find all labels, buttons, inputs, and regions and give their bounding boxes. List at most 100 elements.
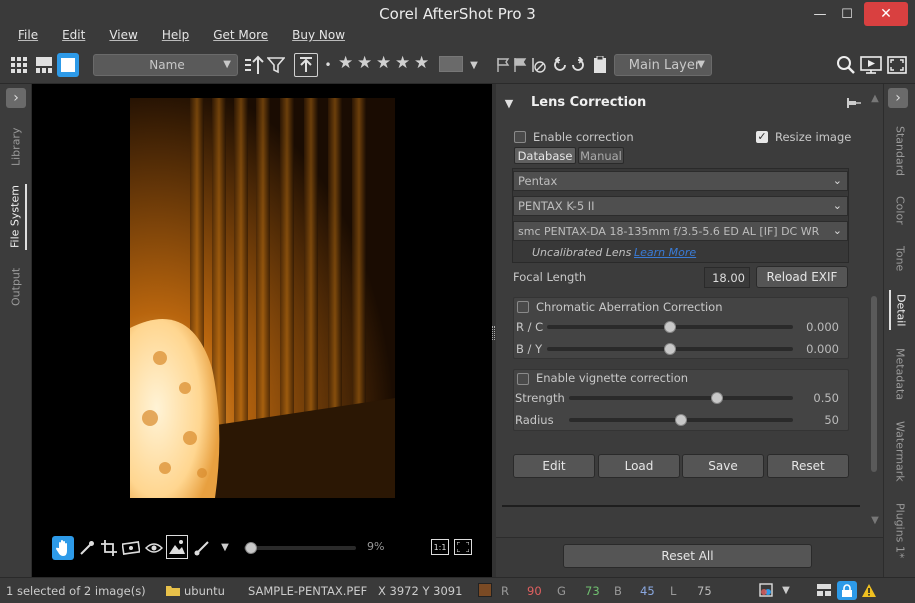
heal-clone-icon[interactable] [166, 535, 188, 559]
search-icon[interactable] [835, 54, 857, 76]
save-button[interactable]: Save [682, 454, 764, 478]
tab-manual[interactable]: Manual [578, 147, 624, 164]
sort-direction-icon[interactable] [242, 54, 266, 76]
tab-database[interactable]: Database [514, 147, 576, 164]
tab-library[interactable]: Library [5, 122, 27, 172]
minimize-button[interactable]: — [808, 0, 832, 28]
vignette-checkbox[interactable] [517, 373, 529, 385]
layer-select[interactable]: Main Layer ▼ [614, 54, 712, 76]
split-view-icon[interactable] [34, 54, 54, 76]
tab-plugins[interactable]: Plugins 1* [889, 498, 911, 564]
panel-scrollbar[interactable] [871, 296, 877, 472]
chromatic-aberration-checkbox[interactable] [517, 301, 529, 313]
rc-slider-handle[interactable] [664, 321, 676, 333]
edit-button[interactable]: Edit [513, 454, 595, 478]
chevron-down-icon[interactable]: ▼ [468, 54, 480, 76]
flag-pick-icon[interactable] [495, 54, 511, 76]
by-slider-handle[interactable] [664, 343, 676, 355]
fullscreen-icon[interactable] [886, 54, 908, 76]
strength-slider-track[interactable] [569, 396, 793, 400]
export-icon[interactable] [294, 53, 318, 77]
scroll-down-icon[interactable]: ▼ [869, 514, 881, 526]
menu-buy-now[interactable]: Buy Now [292, 28, 345, 46]
strength-value[interactable]: 0.50 [795, 391, 839, 409]
slideshow-icon[interactable] [859, 54, 883, 76]
color-label-swatch[interactable] [439, 56, 463, 72]
learn-more-link[interactable]: Learn More [634, 246, 696, 259]
zoom-slider-track[interactable] [244, 546, 356, 550]
zoom-one-to-one-button[interactable]: 1:1 [431, 539, 449, 555]
menu-file[interactable]: File [18, 28, 38, 46]
chevron-down-icon[interactable]: ▼ [780, 583, 792, 597]
reload-exif-button[interactable]: Reload EXIF [756, 266, 848, 288]
chevron-left-icon[interactable]: › [888, 88, 908, 108]
tab-detail[interactable]: Detail [889, 290, 911, 330]
rating-star-1[interactable]: ★ [338, 53, 353, 73]
strength-label: Strength [515, 391, 565, 405]
by-value[interactable]: 0.000 [795, 342, 839, 360]
collapse-triangle-icon[interactable]: ▼ [503, 96, 515, 110]
crop-icon[interactable] [99, 538, 119, 558]
filter-icon[interactable] [266, 54, 286, 76]
close-button[interactable]: ✕ [864, 2, 908, 26]
tab-file-system[interactable]: File System [5, 184, 27, 250]
flag-clear-icon[interactable] [530, 54, 546, 76]
status-bar: 1 selected of 2 image(s) ubuntu SAMPLE-P… [0, 577, 915, 603]
chevron-down-icon[interactable]: ▼ [218, 540, 232, 554]
scroll-up-icon[interactable]: ▲ [869, 92, 881, 104]
menu-view[interactable]: View [109, 28, 137, 46]
camera-model-select[interactable]: PENTAX K-5 II ⌄ [513, 196, 848, 216]
strength-slider-handle[interactable] [710, 392, 723, 404]
rating-star-4[interactable]: ★ [395, 53, 410, 73]
g-label: G [557, 584, 566, 598]
image-viewer[interactable]: ▼ 9% 1:1 [32, 84, 492, 577]
eyedropper-icon[interactable] [77, 538, 97, 558]
menu-edit[interactable]: Edit [62, 28, 85, 46]
enable-correction-checkbox[interactable] [514, 131, 526, 143]
camera-make-select[interactable]: Pentax ⌄ [513, 171, 848, 191]
hand-tool-icon[interactable] [52, 536, 74, 560]
focal-length-input[interactable]: 18.00 [704, 267, 750, 288]
reset-button[interactable]: Reset [767, 454, 849, 478]
tab-metadata[interactable]: Metadata [889, 344, 911, 404]
straighten-icon[interactable] [121, 538, 141, 558]
rotate-left-icon[interactable] [551, 54, 569, 76]
pin-icon[interactable] [846, 96, 862, 110]
load-button[interactable]: Load [598, 454, 680, 478]
color-profile-icon[interactable] [758, 582, 774, 598]
single-view-icon[interactable] [57, 53, 79, 77]
camera-model-value: PENTAX K-5 II [518, 199, 595, 213]
menu-get-more[interactable]: Get More [213, 28, 268, 46]
zoom-slider-handle[interactable] [245, 542, 257, 554]
resize-image-checkbox[interactable]: ✓ [756, 131, 768, 143]
tab-output[interactable]: Output [5, 264, 27, 310]
rating-star-3[interactable]: ★ [376, 53, 391, 73]
clipboard-icon[interactable] [591, 54, 609, 76]
layout-icon[interactable] [816, 582, 832, 598]
lock-icon[interactable] [837, 581, 857, 600]
tab-tone[interactable]: Tone [889, 242, 911, 276]
zoom-fit-icon[interactable] [454, 539, 472, 555]
grid-view-icon[interactable] [9, 54, 29, 76]
rc-value[interactable]: 0.000 [795, 320, 839, 338]
rating-star-2[interactable]: ★ [357, 53, 372, 73]
chevron-right-icon[interactable]: › [6, 88, 26, 108]
radius-slider-handle[interactable] [675, 414, 687, 426]
reset-all-button[interactable]: Reset All [563, 544, 812, 568]
tab-standard[interactable]: Standard [889, 122, 911, 180]
tab-watermark[interactable]: Watermark [889, 418, 911, 484]
flag-reject-icon[interactable] [512, 54, 528, 76]
brush-icon[interactable] [192, 538, 212, 558]
window-title: Corel AfterShot Pro 3 [379, 5, 536, 23]
menu-help[interactable]: Help [162, 28, 189, 46]
rating-star-5[interactable]: ★ [414, 53, 429, 73]
tab-color[interactable]: Color [889, 192, 911, 228]
warning-icon[interactable] [861, 582, 877, 598]
rotate-right-icon[interactable] [569, 54, 587, 76]
radius-value[interactable]: 50 [795, 413, 839, 431]
sort-select[interactable]: Name ▼ [93, 54, 238, 76]
maximize-button[interactable]: ☐ [835, 0, 859, 28]
left-sidebar: › Library File System Output [0, 84, 32, 577]
lens-select[interactable]: smc PENTAX-DA 18-135mm f/3.5-5.6 ED AL [… [513, 221, 848, 241]
red-eye-icon[interactable] [144, 538, 164, 558]
